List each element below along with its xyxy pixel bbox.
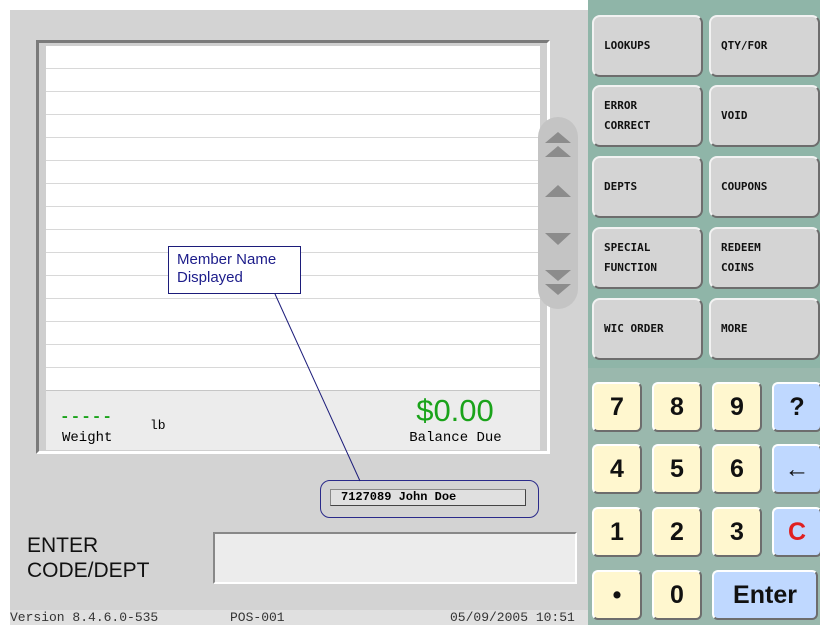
key-9[interactable]: 9 (712, 382, 762, 432)
scroll-up-icon[interactable] (540, 172, 576, 210)
key-3[interactable]: 3 (712, 507, 762, 557)
key-7[interactable]: 7 (592, 382, 642, 432)
balance-due-label: Balance Due (409, 430, 502, 446)
weight-value: ----- (60, 408, 114, 426)
more-button[interactable]: MORE (709, 298, 820, 360)
enter-button[interactable]: Enter (712, 570, 818, 620)
void-button[interactable]: VOID (709, 85, 820, 147)
status-bar: Version 8.4.6.0-535 POS-001 05/09/2005 1… (10, 610, 588, 625)
key-2[interactable]: 2 (652, 507, 702, 557)
key-5[interactable]: 5 (652, 444, 702, 494)
terminal-id: POS-001 (230, 610, 285, 625)
qty-for-button[interactable]: QTY/FOR (709, 15, 820, 77)
annotation-callout: Member Name Displayed (168, 246, 301, 294)
callout-line1: Member Name (177, 251, 277, 268)
coupons-button[interactable]: COUPONS (709, 156, 820, 218)
key-4[interactable]: 4 (592, 444, 642, 494)
callout-line2: Displayed (177, 269, 243, 286)
member-name-display: 7127089 John Doe (330, 489, 526, 506)
entry-prompt-line2: CODE/DEPT (27, 559, 150, 582)
weight-unit: lb (150, 418, 166, 433)
backspace-icon[interactable]: ← (772, 444, 820, 494)
weight-label: Weight (62, 430, 113, 446)
error-correct-button[interactable]: ERROR CORRECT (592, 85, 703, 147)
scroll-down-icon[interactable] (540, 220, 576, 258)
special-function-button[interactable]: SPECIAL FUNCTION (592, 227, 703, 289)
balance-due-value: $0.00 (416, 393, 494, 428)
version-text: Version 8.4.6.0-535 (10, 610, 159, 625)
receipt-list[interactable] (46, 46, 540, 390)
key-6[interactable]: 6 (712, 444, 762, 494)
wic-order-button[interactable]: WIC ORDER (592, 298, 703, 360)
key-8[interactable]: 8 (652, 382, 702, 432)
depts-button[interactable]: DEPTS (592, 156, 703, 218)
clear-button[interactable]: C (772, 507, 820, 557)
key-0[interactable]: 0 (652, 570, 702, 620)
entry-prompt: ENTER CODE/DEPT (27, 533, 150, 583)
lookups-button[interactable]: LOOKUPS (592, 15, 703, 77)
scroll-top-icon[interactable] (540, 127, 576, 165)
scroll-bottom-icon[interactable] (540, 262, 576, 300)
help-button[interactable]: ? (772, 382, 820, 432)
key-decimal[interactable]: • (592, 570, 642, 620)
date-time: 05/09/2005 10:51 (450, 610, 575, 625)
code-entry-field[interactable] (213, 532, 577, 584)
key-1[interactable]: 1 (592, 507, 642, 557)
entry-prompt-line1: ENTER (27, 534, 99, 557)
redeem-coins-button[interactable]: REDEEM COINS (709, 227, 820, 289)
